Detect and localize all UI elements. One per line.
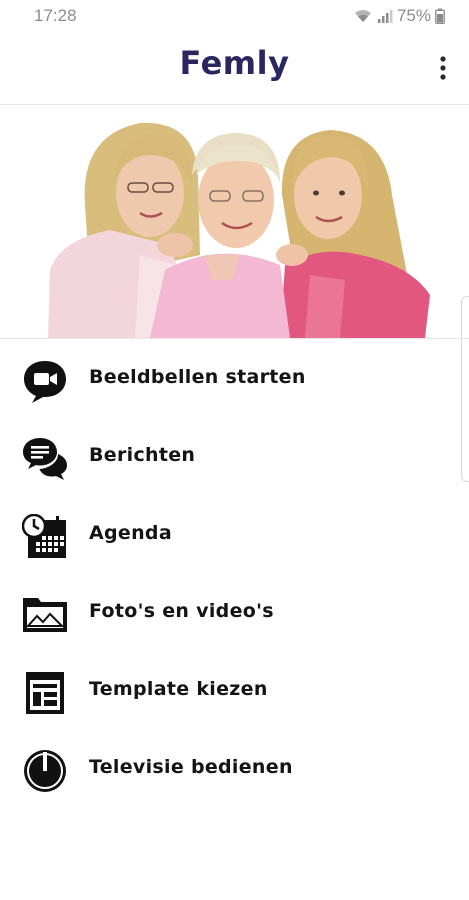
template-icon [22, 670, 68, 716]
wifi-icon [353, 8, 373, 24]
app-title: Femly [179, 44, 290, 82]
side-drawer-handle[interactable] [461, 296, 469, 482]
menu-item-messages[interactable]: Berichten [0, 418, 460, 496]
menu-item-label: Beeldbellen starten [89, 366, 306, 388]
chat-icon [22, 436, 68, 482]
status-bar: 17:28 75% [0, 0, 469, 32]
battery-icon [435, 8, 445, 24]
more-vert-icon[interactable] [431, 50, 455, 86]
menu-item-label: Berichten [89, 444, 196, 466]
photo-folder-icon [22, 592, 68, 638]
menu-item-agenda[interactable]: Agenda [0, 496, 460, 574]
menu-item-label: Template kiezen [89, 678, 268, 700]
status-time: 17:28 [34, 6, 77, 25]
video-call-icon [22, 358, 68, 404]
app-screen: 17:28 75% Femly Beeldbellen starten Beri… [0, 0, 469, 900]
menu-item-label: Agenda [89, 522, 172, 544]
menu-item-template[interactable]: Template kiezen [0, 652, 460, 730]
battery-percent: 75% [396, 6, 431, 25]
header-photo [0, 105, 469, 338]
menu-item-photos-videos[interactable]: Foto's en video's [0, 574, 460, 652]
signal-icon [377, 8, 393, 24]
status-icons: 75% [353, 6, 445, 26]
app-bar: Femly [0, 32, 469, 105]
menu-item-television[interactable]: Televisie bedienen [0, 730, 460, 808]
menu-item-label: Televisie bedienen [89, 756, 293, 778]
menu-item-label: Foto's en video's [89, 600, 274, 622]
calendar-clock-icon [22, 514, 68, 560]
divider [0, 338, 469, 339]
power-icon [22, 748, 68, 794]
menu-item-video-call[interactable]: Beeldbellen starten [0, 340, 460, 418]
